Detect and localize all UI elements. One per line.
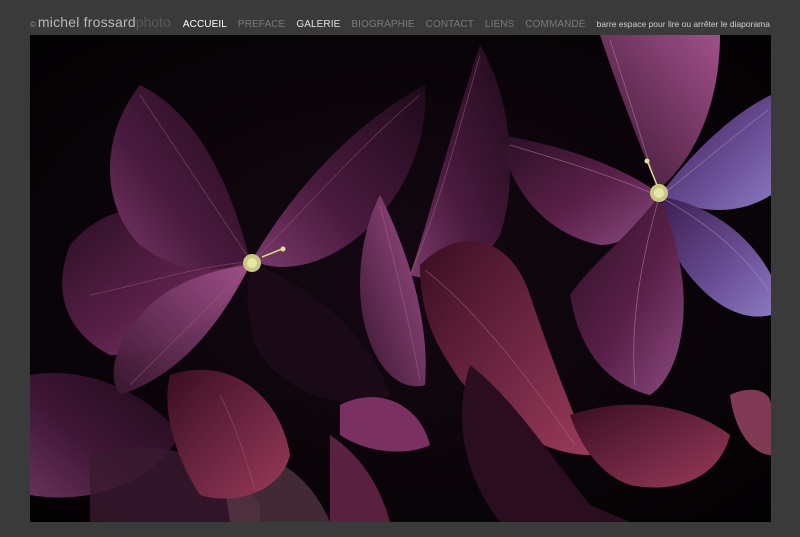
slideshow-photo[interactable] [30,35,771,522]
nav-item-accueil[interactable]: ACCUEIL [183,19,227,30]
nav-item-commande[interactable]: COMMANDE [525,19,585,30]
brand-name: michel frossard [37,14,136,30]
main-nav: ACCUEIL PREFACE GALERIE BIOGRAPHIE CONTA… [183,19,597,30]
nav-item-preface[interactable]: PREFACE [238,19,285,30]
page: © michel frossard photo ACCUEIL PREFACE … [0,0,800,537]
site-brand[interactable]: © michel frossard photo [30,14,171,30]
header: © michel frossard photo ACCUEIL PREFACE … [30,14,770,34]
nav-item-contact[interactable]: CONTACT [426,19,474,30]
nav-item-liens[interactable]: LIENS [485,19,514,30]
nav-item-biographie[interactable]: BIOGRAPHIE [351,19,414,30]
slideshow-hint: barre espace pour lire ou arrêter le dia… [596,19,770,29]
hydrangea-image [30,35,771,522]
brand-suffix: photo [135,14,171,30]
copyright-symbol: © [30,20,36,29]
nav-item-galerie[interactable]: GALERIE [296,19,340,30]
